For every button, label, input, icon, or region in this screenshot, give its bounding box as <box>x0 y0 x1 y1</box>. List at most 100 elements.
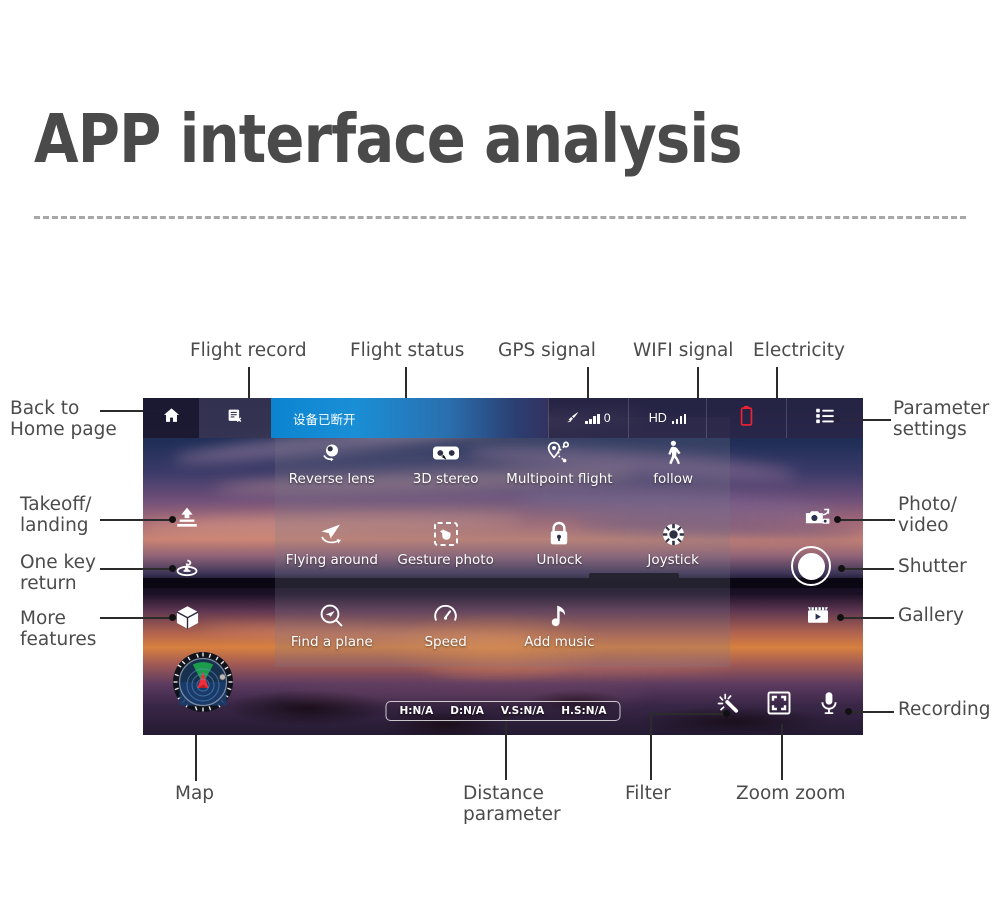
leader-line-map <box>195 735 197 781</box>
leader-line-zoom <box>781 724 783 780</box>
gps-signal-bars-icon <box>585 413 600 424</box>
leader-line-electricity <box>776 367 778 398</box>
annotation-zoom-zoom: Zoom zoom <box>736 783 846 804</box>
find-plane-magnifier-icon <box>319 603 345 629</box>
annotation-one-key-return: One key return <box>20 552 96 594</box>
annotation-shutter: Shutter <box>898 556 967 577</box>
menu-item-joystick[interactable]: Joystick <box>616 504 730 585</box>
flight-status-bar: 设备已断开 <box>271 398 548 438</box>
menu-item-speed[interactable]: Speed <box>389 586 503 667</box>
gps-signal-indicator: 0 <box>548 398 628 438</box>
orbit-plane-icon <box>318 521 345 547</box>
annotation-recording: Recording <box>898 699 991 720</box>
distance-param-horizontal-speed: H.S:N/A <box>561 705 607 717</box>
menu-item-label: Speed <box>424 633 467 650</box>
menu-item-label: Flying around <box>285 552 378 569</box>
annotation-filter: Filter <box>625 783 671 804</box>
list-settings-icon <box>815 408 835 429</box>
zoom-button[interactable] <box>767 691 791 720</box>
leader-line-gallery <box>840 617 894 619</box>
annotation-flight-record: Flight record <box>190 340 307 361</box>
menu-item-label: Gesture photo <box>397 552 494 569</box>
annotation-gps-signal: GPS signal <box>498 340 596 361</box>
gallery-button[interactable] <box>805 603 831 632</box>
leader-dot-shutter <box>838 565 845 572</box>
takeoff-landing-icon <box>174 506 200 537</box>
parameter-settings-button[interactable] <box>786 398 863 438</box>
shutter-button[interactable] <box>791 546 831 586</box>
annotation-back-to-home: Back to Home page <box>10 398 117 440</box>
menu-item-unlock[interactable]: Unlock <box>503 504 617 585</box>
menu-item-add-music[interactable]: Add music <box>503 586 617 667</box>
magic-wand-icon <box>717 693 741 720</box>
zoom-frame-icon <box>767 691 791 720</box>
shutter-circle-icon <box>791 546 831 586</box>
flight-status-text: 设备已断开 <box>293 411 356 427</box>
leader-line-filter <box>650 714 652 780</box>
map-compass-widget[interactable] <box>172 651 234 713</box>
leader-line-more-features <box>100 617 175 619</box>
leader-line-recording <box>848 711 894 713</box>
feature-menu-panel: Reverse lens 3D stereo Multipoint flight… <box>275 417 730 667</box>
annotation-flight-status: Flight status <box>350 340 465 361</box>
waypoint-route-icon <box>546 440 573 466</box>
leader-line-distance-parameter <box>505 714 507 780</box>
page-title: APP interface analysis <box>34 100 743 178</box>
music-note-icon <box>549 603 569 629</box>
microphone-icon <box>819 691 839 720</box>
compass-radar-icon <box>173 652 233 712</box>
menu-item-label: 3D stereo <box>412 471 479 488</box>
annotation-wifi-signal: WIFI signal <box>633 340 734 361</box>
electricity-indicator <box>706 398 786 438</box>
annotation-photo-video: Photo/ video <box>898 494 958 536</box>
recording-button[interactable] <box>819 691 839 720</box>
menu-item-label: follow <box>653 471 694 488</box>
leader-line-flight-status <box>405 367 407 398</box>
filter-button[interactable] <box>717 693 741 720</box>
one-key-return-button[interactable] <box>174 555 200 586</box>
app-top-bar: 设备已断开 0 HD <box>143 398 863 438</box>
menu-item-label: Multipoint flight <box>506 471 613 488</box>
gps-satellite-count: 0 <box>603 411 611 425</box>
menu-item-flying-around[interactable]: Flying around <box>275 504 389 585</box>
leader-line-photo-video <box>838 519 895 521</box>
battery-icon <box>740 405 753 432</box>
walking-person-icon <box>663 440 683 466</box>
leader-dot-gallery <box>837 614 844 621</box>
flight-record-icon <box>226 407 244 430</box>
joystick-icon <box>661 521 686 547</box>
more-features-button[interactable] <box>174 604 201 636</box>
back-to-home-button[interactable] <box>143 398 199 438</box>
menu-item-gesture-photo[interactable]: Gesture photo <box>389 504 503 585</box>
leader-dot-photo-video <box>834 516 841 523</box>
distance-parameter-bar: H:N/A D:N/A V.S:N/A H.S:N/A <box>385 701 621 721</box>
annotation-electricity: Electricity <box>753 340 845 361</box>
vr-goggles-icon <box>432 440 460 466</box>
leader-line-gps-signal <box>587 367 589 398</box>
wifi-signal-bars-icon <box>671 413 687 424</box>
annotation-distance-parameter: Distance parameter <box>463 783 561 825</box>
menu-item-label: Unlock <box>536 552 583 569</box>
menu-item-label: Reverse lens <box>288 471 375 488</box>
flight-record-button[interactable] <box>199 398 271 438</box>
menu-item-find-a-plane[interactable]: Find a plane <box>275 586 389 667</box>
leader-line-shutter <box>841 568 894 570</box>
leader-line-wifi-signal <box>697 367 699 398</box>
film-play-icon <box>805 603 831 632</box>
distance-param-height: H:N/A <box>399 705 434 717</box>
annotation-takeoff-landing: Takeoff/ landing <box>20 494 92 536</box>
menu-item-label: Find a plane <box>290 633 373 650</box>
lock-icon <box>548 521 570 547</box>
photo-video-toggle-button[interactable] <box>804 506 831 535</box>
leader-line-flight-record <box>248 367 250 398</box>
leader-dot-recording <box>845 708 852 715</box>
gesture-frame-icon <box>433 521 459 547</box>
cube-icon <box>174 604 201 636</box>
speedometer-icon <box>433 603 458 629</box>
annotation-parameter-settings: Parameter settings <box>893 398 990 440</box>
takeoff-landing-button[interactable] <box>174 506 200 537</box>
menu-item-label: Add music <box>524 633 595 650</box>
home-icon <box>162 406 181 430</box>
camera-switch-icon <box>804 506 831 535</box>
drone-app-screen: 设备已断开 0 HD Reverse lens 3D stereo Multip… <box>143 398 863 735</box>
